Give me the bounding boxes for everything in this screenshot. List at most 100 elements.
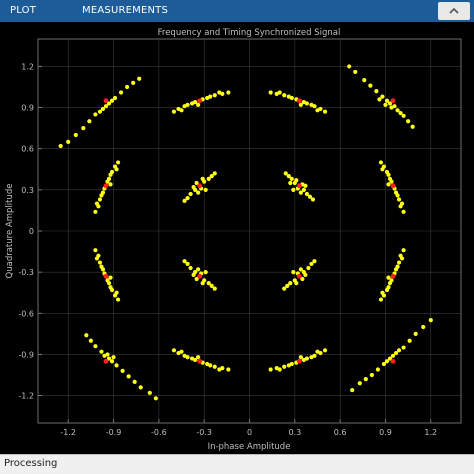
received-symbol-point (286, 363, 291, 368)
collapse-toolstrip-button[interactable] (438, 2, 470, 20)
received-symbol-point (99, 349, 104, 354)
received-symbol-point (380, 167, 385, 172)
received-symbol-point (108, 182, 113, 187)
x-tick-label: 0.9 (379, 428, 392, 437)
reference-constellation-point (103, 273, 109, 279)
x-tick-label: 0.6 (334, 428, 347, 437)
reference-constellation-point (197, 183, 203, 189)
received-symbol-point (384, 98, 390, 103)
received-symbol-point (322, 348, 328, 353)
received-symbol-point (188, 265, 193, 271)
received-symbol-point (363, 377, 368, 382)
received-symbol-point (217, 367, 222, 372)
received-symbol-point (383, 102, 388, 107)
received-symbol-point (88, 338, 93, 343)
received-symbol-point (357, 381, 362, 386)
received-symbol-point (115, 297, 121, 302)
received-symbol-point (389, 105, 394, 110)
received-symbol-point (277, 367, 282, 372)
received-symbol-point (398, 110, 403, 116)
x-tick-label: -1.2 (60, 428, 76, 437)
received-symbol-point (196, 267, 201, 272)
received-symbol-point (410, 124, 415, 129)
received-symbol-point (93, 248, 98, 253)
received-symbol-point (286, 94, 291, 99)
y-tick-label: 1.2 (21, 62, 34, 71)
status-text: Processing (4, 458, 58, 469)
reference-constellation-point (197, 358, 203, 364)
received-symbol-point (115, 160, 121, 165)
received-symbol-point (196, 190, 201, 195)
received-symbol-point (312, 259, 317, 264)
received-symbol-point (93, 112, 98, 117)
x-tick-label: -0.6 (151, 428, 167, 437)
received-symbol-point (111, 355, 116, 360)
received-symbol-point (196, 102, 201, 107)
received-symbol-point (188, 191, 193, 197)
received-symbol-point (294, 178, 299, 183)
received-symbol-point (282, 93, 287, 98)
received-symbol-point (395, 193, 400, 198)
reference-constellation-point (296, 183, 302, 189)
received-symbol-point (369, 372, 374, 378)
received-symbol-point (378, 160, 384, 165)
y-tick-label: 0.6 (21, 145, 34, 154)
x-tick-label: -0.9 (106, 428, 122, 437)
received-symbol-point (84, 333, 89, 338)
received-symbol-point (386, 182, 391, 187)
received-symbol-point (138, 385, 143, 390)
received-symbol-point (114, 363, 119, 368)
received-symbol-point (406, 119, 411, 124)
received-symbol-point (126, 374, 131, 379)
received-symbol-point (413, 331, 418, 336)
received-symbol-point (401, 248, 406, 253)
reference-constellation-point (103, 358, 109, 364)
received-symbol-point (212, 364, 217, 369)
received-symbol-point (108, 275, 113, 280)
received-symbol-point (118, 90, 124, 95)
reference-constellation-point (390, 98, 396, 104)
received-symbol-point (179, 108, 184, 113)
plot-area: -1.2 -0.9 -0.6 -0.3 0 0.3 0.6 0.9 1.2 -1.2 -0.9 -0… (0, 22, 474, 454)
received-symbol-point (353, 69, 358, 75)
received-symbol-point (103, 104, 109, 109)
received-symbol-point (399, 256, 405, 261)
x-axis-label: In-phase Amplitude (208, 442, 291, 452)
reference-constellation-point (390, 183, 396, 189)
received-symbol-point (185, 102, 190, 107)
received-symbol-point (108, 285, 113, 290)
received-symbol-point (291, 187, 296, 192)
received-symbol-point (288, 180, 293, 186)
x-tick-label: -0.3 (196, 428, 212, 437)
received-symbol-point (384, 359, 390, 364)
received-symbol-point (396, 260, 402, 265)
received-symbol-point (185, 355, 190, 360)
received-symbol-point (386, 285, 391, 290)
received-symbol-point (386, 172, 391, 177)
received-symbol-point (114, 167, 119, 172)
reference-constellation-point (103, 98, 109, 104)
received-symbol-point (125, 84, 130, 90)
received-symbol-point (399, 201, 405, 206)
received-symbol-point (132, 379, 137, 384)
x-tick-label: 0 (247, 428, 252, 437)
received-symbol-point (97, 197, 103, 202)
y-axis-label: Quadrature Amplitude (5, 184, 15, 279)
received-symbol-point (315, 108, 320, 113)
received-symbol-point (283, 171, 288, 176)
tab-plot[interactable]: PLOT (2, 0, 44, 22)
received-symbol-point (322, 109, 328, 114)
received-symbol-point (298, 190, 303, 195)
tab-measurements[interactable]: MEASUREMENTS (74, 0, 176, 22)
received-symbol-point (268, 367, 273, 372)
reference-constellation-point (296, 98, 302, 104)
received-symbol-point (191, 272, 196, 277)
reference-constellation-point (296, 273, 302, 279)
received-symbol-point (374, 89, 379, 94)
received-symbol-point (153, 396, 158, 401)
received-symbol-point (203, 270, 208, 275)
received-symbol-point (212, 93, 217, 98)
received-symbol-point (182, 259, 187, 264)
received-symbol-point (428, 318, 433, 323)
received-symbol-point (97, 109, 103, 114)
